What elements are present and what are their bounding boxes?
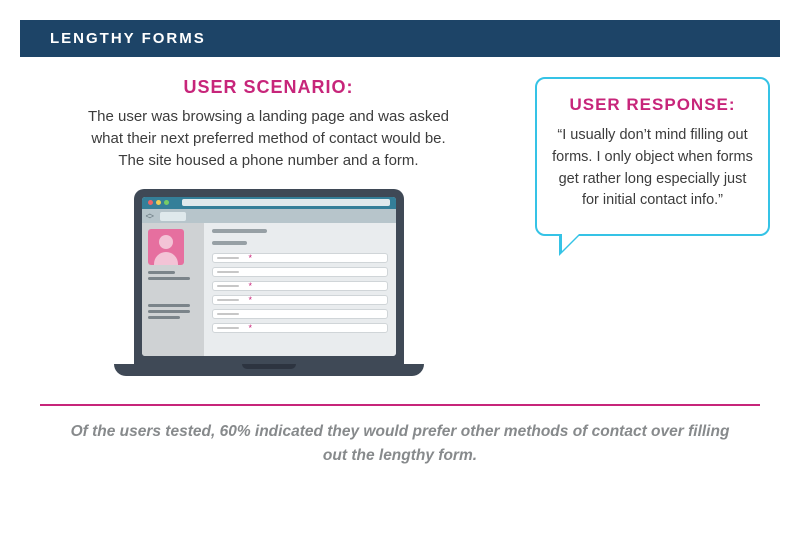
- sidebar-line: [148, 304, 191, 307]
- form-field: *: [212, 295, 388, 305]
- form-field: *: [212, 281, 388, 291]
- sidebar-line: [148, 277, 191, 280]
- close-icon: [148, 200, 153, 205]
- heading-line: [212, 229, 267, 233]
- section-divider: [40, 404, 760, 406]
- form-field: [212, 309, 388, 319]
- speech-bubble: USER RESPONSE: “I usually don’t mind fil…: [535, 77, 770, 236]
- required-asterisk-icon: *: [249, 295, 253, 305]
- scenario-body: The user was browsing a landing page and…: [79, 106, 459, 171]
- scenario-column: USER SCENARIO: The user was browsing a l…: [30, 77, 507, 376]
- laptop-screen: <>: [142, 197, 396, 356]
- response-body: “I usually don’t mind filling out forms.…: [551, 125, 754, 212]
- sidebar-line: [148, 316, 181, 319]
- sidebar-mock: [142, 223, 204, 356]
- form-mock: * * * *: [204, 223, 396, 356]
- laptop-base: [114, 364, 424, 376]
- tab-placeholder: [160, 212, 186, 221]
- maximize-icon: [164, 200, 169, 205]
- browser-toolbar: <>: [142, 209, 396, 223]
- minimize-icon: [156, 200, 161, 205]
- required-asterisk-icon: *: [249, 281, 253, 291]
- laptop-illustration: <>: [114, 189, 424, 376]
- laptop-lid: <>: [134, 189, 404, 364]
- content-row: USER SCENARIO: The user was browsing a l…: [0, 57, 800, 386]
- form-field: *: [212, 323, 388, 333]
- sidebar-line: [148, 271, 176, 274]
- form-field: *: [212, 253, 388, 263]
- window-controls: [148, 200, 169, 205]
- response-heading: USER RESPONSE:: [551, 95, 754, 115]
- avatar-icon: [148, 229, 184, 265]
- nav-arrows-icon: <>: [142, 211, 157, 221]
- required-asterisk-icon: *: [249, 253, 253, 263]
- browser-titlebar: [142, 197, 396, 209]
- url-bar-placeholder: [182, 199, 390, 206]
- form-field: [212, 267, 388, 277]
- response-column: USER RESPONSE: “I usually don’t mind fil…: [535, 77, 770, 236]
- sidebar-line: [148, 310, 191, 313]
- required-asterisk-icon: *: [249, 323, 253, 333]
- heading-line: [212, 241, 247, 245]
- scenario-heading: USER SCENARIO:: [30, 77, 507, 98]
- footer-stat: Of the users tested, 60% indicated they …: [0, 420, 800, 467]
- section-banner: LENGTHY FORMS: [20, 20, 780, 57]
- page-mock: * * * *: [142, 223, 396, 356]
